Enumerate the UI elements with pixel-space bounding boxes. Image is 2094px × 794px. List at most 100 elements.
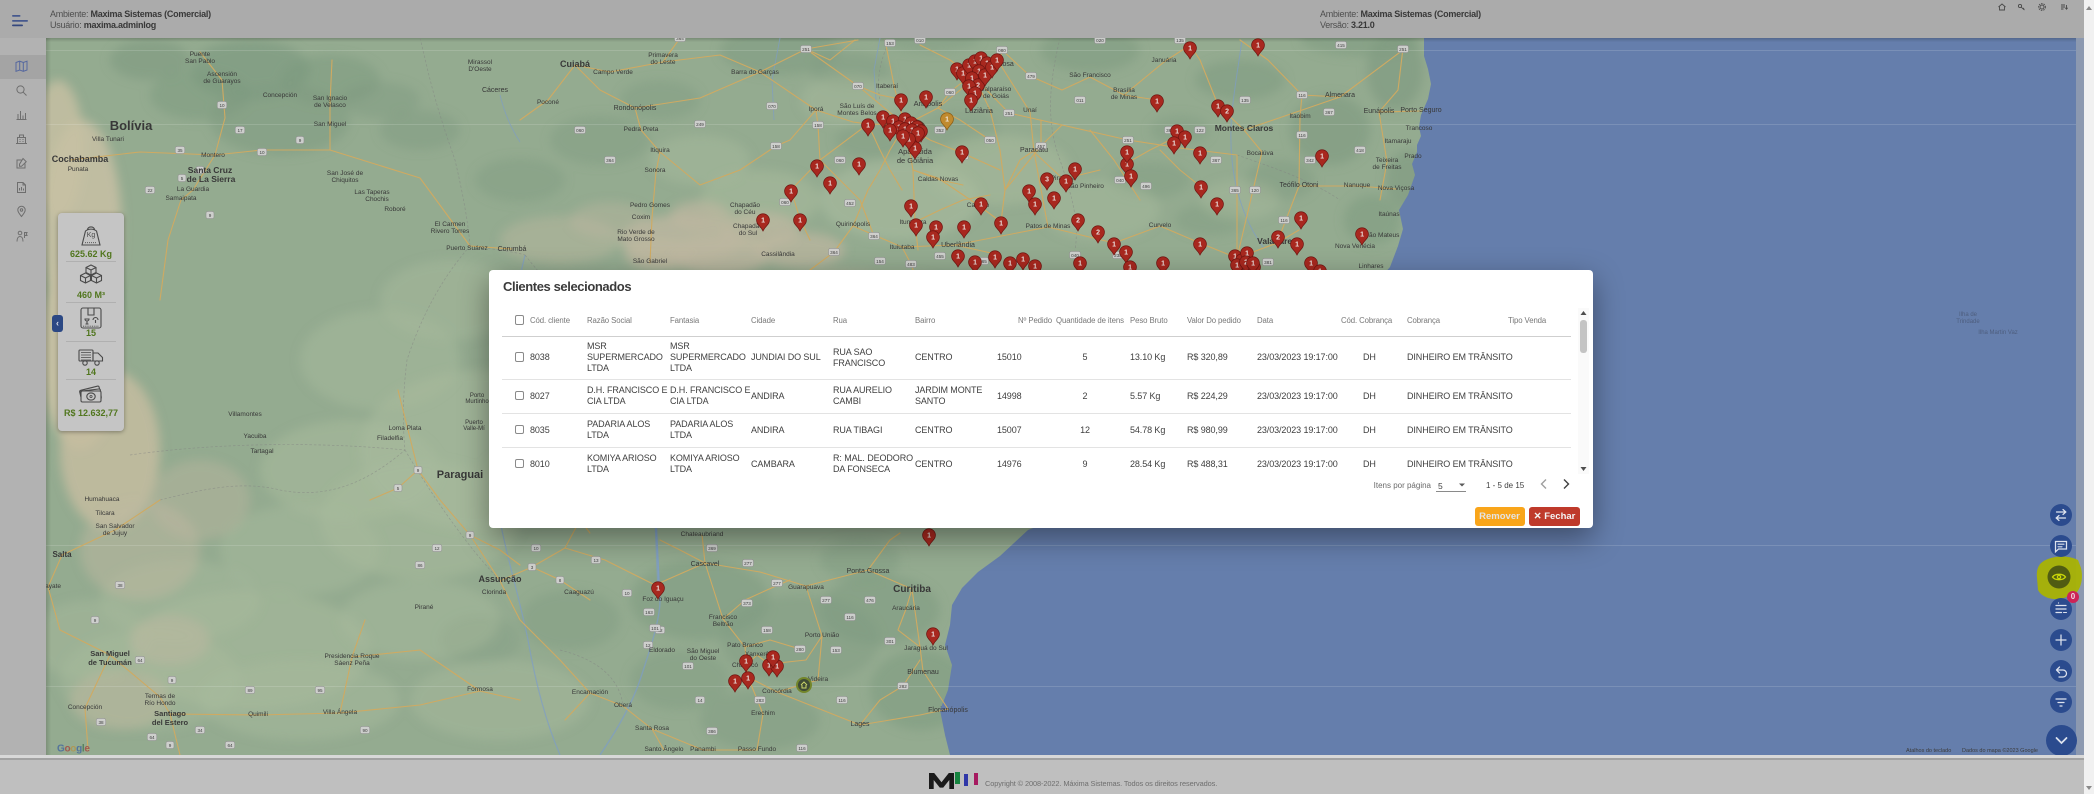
svg-text:Quimili: Quimili bbox=[248, 711, 268, 718]
svg-text:de La Sierra: de La Sierra bbox=[187, 174, 236, 184]
svg-text:158: 158 bbox=[763, 628, 771, 633]
svg-text:116: 116 bbox=[838, 698, 846, 703]
svg-text:Sáenz Peña: Sáenz Peña bbox=[334, 660, 370, 667]
svg-text:1: 1 bbox=[1215, 202, 1219, 209]
svg-text:Clorinda: Clorinda bbox=[482, 589, 507, 596]
svg-text:1: 1 bbox=[1027, 189, 1031, 196]
svg-text:060: 060 bbox=[781, 200, 789, 205]
svg-text:Itaberaí: Itaberaí bbox=[876, 83, 898, 90]
svg-text:251: 251 bbox=[1005, 111, 1013, 116]
svg-text:1: 1 bbox=[1235, 263, 1239, 270]
svg-text:1: 1 bbox=[993, 255, 997, 262]
svg-text:Termas de: Termas de bbox=[145, 693, 176, 700]
svg-text:386: 386 bbox=[708, 729, 716, 734]
svg-text:1: 1 bbox=[1112, 242, 1116, 249]
svg-text:Nova Viçosa: Nova Viçosa bbox=[1378, 185, 1415, 192]
svg-text:373: 373 bbox=[743, 601, 751, 606]
svg-text:367: 367 bbox=[1325, 110, 1333, 115]
svg-text:do Sul: do Sul bbox=[739, 230, 758, 237]
svg-text:Mato Grosso: Mato Grosso bbox=[617, 236, 655, 243]
svg-text:010: 010 bbox=[916, 38, 924, 43]
svg-text:1: 1 bbox=[1161, 261, 1165, 268]
svg-text:060: 060 bbox=[576, 128, 584, 133]
svg-text:de Velasco: de Velasco bbox=[314, 102, 346, 109]
svg-text:Villamontes: Villamontes bbox=[228, 411, 262, 418]
svg-text:Chateaubriand: Chateaubriand bbox=[681, 531, 724, 538]
svg-text:1: 1 bbox=[1033, 202, 1037, 209]
svg-text:452: 452 bbox=[846, 201, 854, 206]
svg-text:1: 1 bbox=[866, 123, 870, 130]
svg-text:1: 1 bbox=[1073, 167, 1077, 174]
svg-text:1: 1 bbox=[1064, 179, 1068, 186]
svg-text:D'Oeste: D'Oeste bbox=[468, 66, 492, 73]
svg-text:Beltrão: Beltrão bbox=[713, 621, 734, 628]
svg-text:479: 479 bbox=[1027, 74, 1035, 79]
svg-text:2: 2 bbox=[1225, 109, 1229, 116]
svg-text:476: 476 bbox=[866, 598, 874, 603]
svg-text:1: 1 bbox=[828, 181, 832, 188]
svg-text:080: 080 bbox=[998, 48, 1006, 53]
svg-text:64: 64 bbox=[149, 735, 155, 740]
svg-text:Nanuque: Nanuque bbox=[1344, 182, 1371, 189]
svg-text:116: 116 bbox=[1298, 93, 1306, 98]
svg-text:Cáceres: Cáceres bbox=[482, 87, 509, 94]
svg-text:Eldorado: Eldorado bbox=[649, 647, 675, 654]
svg-text:101: 101 bbox=[684, 664, 692, 669]
svg-text:Porto Seguro: Porto Seguro bbox=[1400, 107, 1441, 114]
svg-text:14: 14 bbox=[697, 698, 703, 703]
svg-text:1: 1 bbox=[909, 204, 913, 211]
svg-text:de Freitas: de Freitas bbox=[1373, 164, 1403, 171]
svg-text:277: 277 bbox=[773, 581, 781, 586]
svg-text:64: 64 bbox=[137, 658, 143, 663]
svg-text:Cascavel: Cascavel bbox=[691, 561, 720, 568]
svg-text:1: 1 bbox=[746, 676, 750, 683]
svg-text:San Pablo: San Pablo bbox=[185, 58, 215, 65]
svg-text:22: 22 bbox=[147, 188, 153, 193]
svg-text:364: 364 bbox=[676, 38, 684, 41]
svg-text:1: 1 bbox=[1360, 232, 1364, 239]
svg-text:Filadelfia: Filadelfia bbox=[377, 435, 403, 442]
svg-text:13: 13 bbox=[593, 558, 599, 563]
svg-text:116: 116 bbox=[798, 746, 806, 751]
svg-text:1: 1 bbox=[798, 218, 802, 225]
svg-text:Campo Verde: Campo Verde bbox=[593, 69, 633, 76]
svg-text:1: 1 bbox=[927, 533, 931, 540]
svg-text:153: 153 bbox=[832, 648, 840, 653]
svg-text:9: 9 bbox=[417, 468, 420, 473]
svg-text:1: 1 bbox=[960, 150, 964, 157]
svg-text:060: 060 bbox=[946, 90, 954, 95]
svg-text:Pedro Gomes: Pedro Gomes bbox=[630, 202, 671, 209]
svg-text:1: 1 bbox=[961, 71, 965, 78]
svg-text:Río Hondo: Río Hondo bbox=[144, 700, 175, 707]
svg-text:1: 1 bbox=[983, 73, 987, 80]
svg-text:158: 158 bbox=[772, 144, 780, 149]
svg-text:Oberá: Oberá bbox=[614, 702, 632, 709]
svg-text:São Luís de: São Luís de bbox=[840, 103, 875, 110]
svg-text:San Salvador: San Salvador bbox=[95, 523, 135, 530]
svg-text:Valle-Mí: Valle-Mí bbox=[463, 426, 485, 432]
svg-text:3: 3 bbox=[531, 565, 534, 570]
svg-text:Rivero Torres: Rivero Torres bbox=[431, 228, 470, 235]
svg-text:364: 364 bbox=[870, 234, 878, 239]
svg-text:Chochis: Chochis bbox=[365, 196, 389, 203]
svg-text:Encarnación: Encarnación bbox=[572, 689, 609, 696]
svg-text:38: 38 bbox=[98, 720, 104, 725]
svg-text:Trancoso: Trancoso bbox=[1406, 125, 1433, 132]
svg-text:Valparaíso: Valparaíso bbox=[981, 86, 1012, 93]
svg-text:1: 1 bbox=[733, 679, 737, 686]
svg-text:Bocaiúva: Bocaiúva bbox=[1247, 150, 1274, 157]
svg-text:1: 1 bbox=[924, 95, 928, 102]
svg-text:070: 070 bbox=[854, 84, 862, 89]
svg-text:Roboré: Roboré bbox=[384, 206, 406, 213]
svg-text:Itamaraju: Itamaraju bbox=[1384, 138, 1411, 145]
svg-text:Cochabamba: Cochabamba bbox=[52, 154, 110, 164]
svg-text:Ponta Grossa: Ponta Grossa bbox=[847, 568, 890, 575]
svg-text:1: 1 bbox=[1124, 250, 1128, 257]
svg-text:1: 1 bbox=[1198, 242, 1202, 249]
svg-text:1: 1 bbox=[881, 115, 885, 122]
svg-text:1: 1 bbox=[1299, 216, 1303, 223]
svg-text:1: 1 bbox=[945, 117, 949, 124]
svg-text:Mirassol: Mirassol bbox=[468, 59, 493, 66]
svg-text:10: 10 bbox=[219, 103, 225, 108]
svg-text:9: 9 bbox=[171, 678, 174, 683]
